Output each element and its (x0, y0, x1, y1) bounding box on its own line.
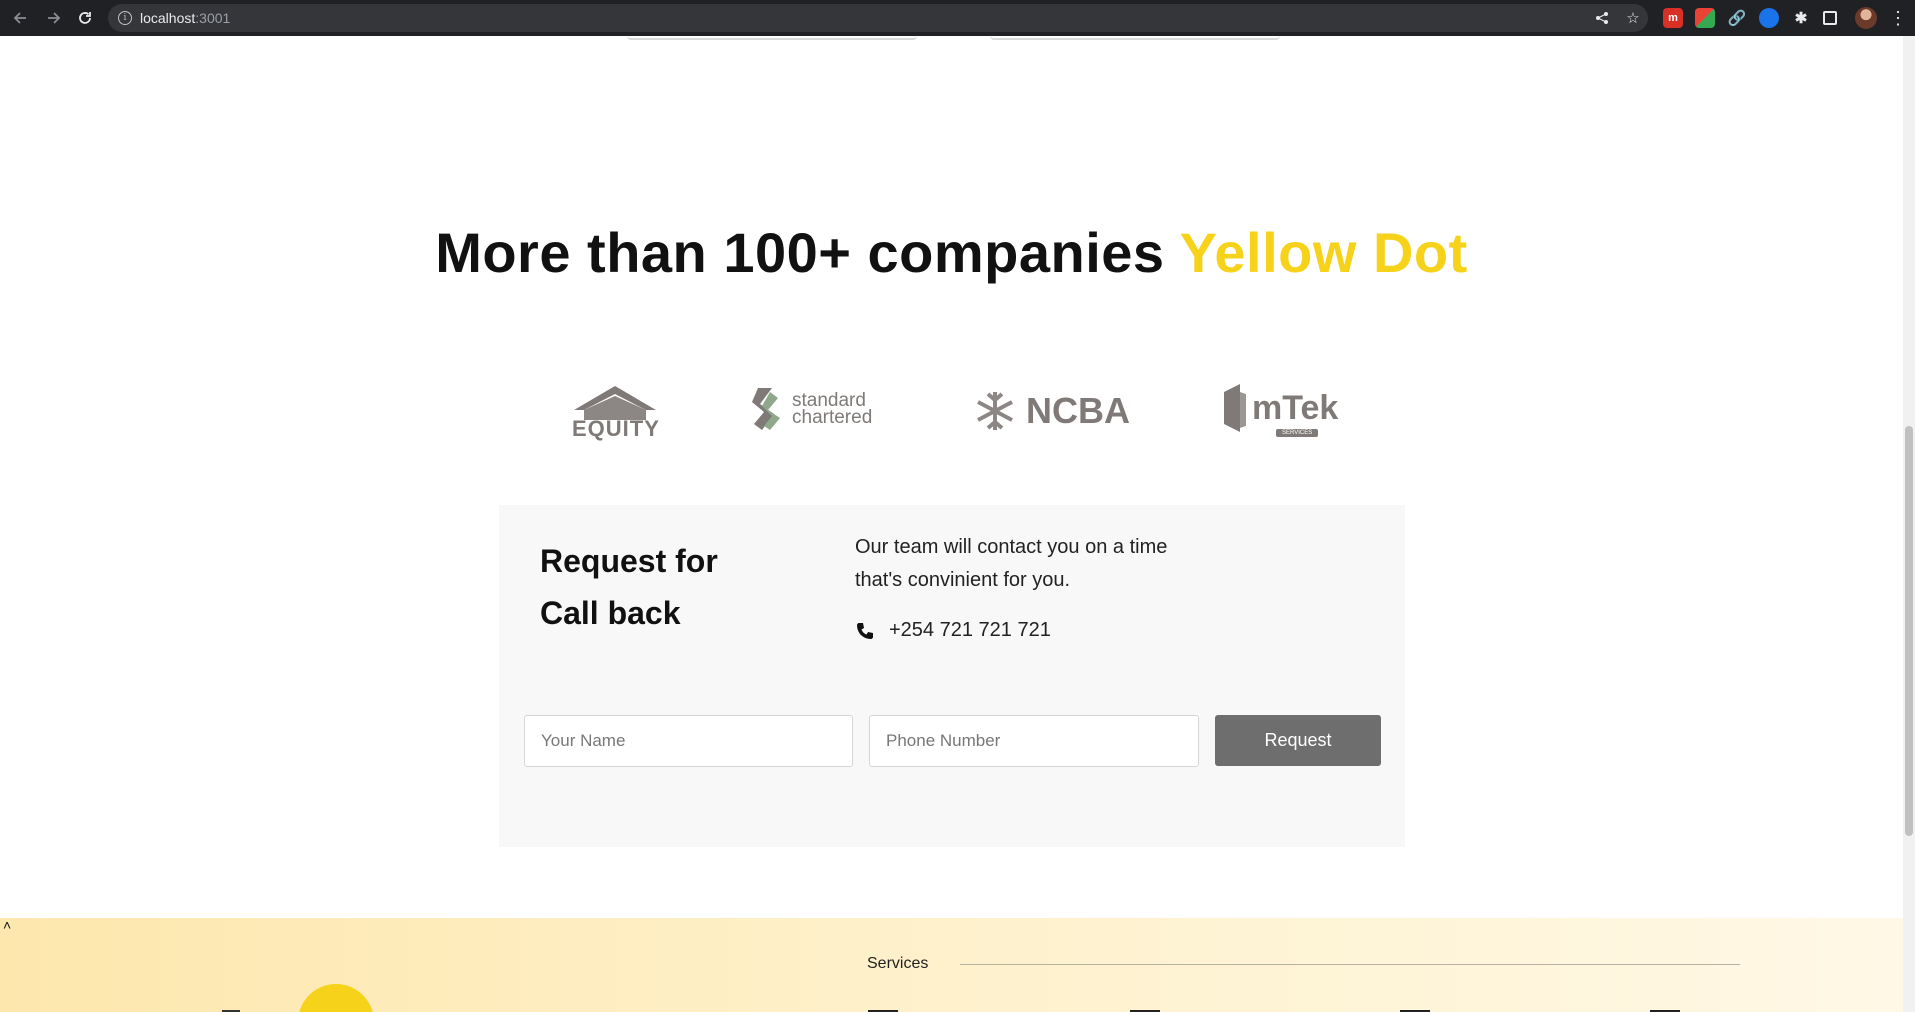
request-button[interactable]: Request (1215, 715, 1381, 766)
companies-headline: More than 100+ companies Yellow Dot (0, 220, 1903, 285)
callback-phone-number[interactable]: +254 721 721 721 (889, 619, 1051, 642)
link-extension-icon[interactable]: 🔗 (1727, 8, 1747, 28)
extension-color-icon[interactable] (1695, 8, 1715, 28)
previous-section-button-edge (990, 36, 1280, 40)
mtek-mark-icon (1224, 384, 1246, 432)
ncba-mark-icon (977, 392, 1013, 430)
reload-icon[interactable] (73, 6, 97, 30)
equity-logo: EQUITY (570, 382, 660, 442)
standard-chartered-logo: standard chartered (750, 384, 872, 434)
extensions-puzzle-icon[interactable]: ✱ (1791, 8, 1811, 28)
back-icon[interactable] (9, 6, 33, 30)
url-host: localhost (140, 10, 196, 26)
bookmark-star-icon[interactable]: ☆ (1623, 8, 1643, 28)
standard-chartered-mark-icon (752, 388, 780, 430)
footer-services-label: Services (867, 955, 929, 972)
headline-text: More than 100+ companies (435, 221, 1165, 284)
footer-yellow-dot (298, 984, 374, 1012)
callback-title: Request for Call back (540, 535, 718, 639)
scrollbar-thumb[interactable] (1905, 426, 1913, 836)
standard-chartered-line2: chartered (792, 407, 873, 428)
callback-form-section: Request for Call back Our team will cont… (499, 505, 1405, 847)
page-scrollbar[interactable] (1903, 36, 1915, 1012)
extension-red-icon[interactable]: m (1663, 8, 1683, 28)
name-input[interactable] (524, 715, 853, 767)
share-icon[interactable] (1592, 8, 1612, 28)
equity-logo-text: EQUITY (572, 416, 660, 441)
url-port: :3001 (195, 10, 231, 26)
browser-toolbar: i localhost:3001 ☆ m 🔗 ✱ ⋮ (0, 0, 1915, 36)
forward-icon[interactable] (41, 6, 65, 30)
headline-accent: Yellow Dot (1179, 221, 1468, 284)
extension-blue-icon[interactable] (1759, 8, 1779, 28)
footer-divider (960, 964, 1740, 965)
ncba-logo: NCBA (970, 386, 1130, 436)
footer: Services (0, 918, 1903, 1012)
mtek-logo-text: mTek (1252, 388, 1339, 427)
site-info-icon[interactable]: i (118, 11, 132, 25)
side-panel-icon[interactable] (1823, 11, 1837, 25)
mtek-logo: mTek SERVICES (1222, 382, 1339, 437)
previous-section-button-edge (627, 36, 917, 40)
address-bar[interactable]: i localhost:3001 (108, 4, 1648, 32)
profile-avatar[interactable] (1855, 7, 1877, 29)
phone-number-input[interactable] (869, 715, 1199, 767)
callback-title-line2: Call back (540, 595, 681, 631)
callback-title-line1: Request for (540, 543, 718, 579)
scroll-to-top-icon[interactable]: ˄ (3, 917, 11, 933)
callback-phone-row: +254 721 721 721 (855, 619, 1051, 642)
page-content: More than 100+ companies Yellow Dot EQUI… (0, 36, 1903, 1012)
phone-icon (857, 622, 873, 639)
callback-description: Our team will contact you on a time that… (855, 536, 1168, 591)
mtek-logo-subtext: SERVICES (1276, 428, 1319, 437)
browser-menu-icon[interactable]: ⋮ (1889, 6, 1907, 30)
ncba-logo-text: NCBA (1026, 390, 1130, 431)
partner-logos: EQUITY standard chartered NCBA mTek SERV… (0, 382, 1903, 452)
